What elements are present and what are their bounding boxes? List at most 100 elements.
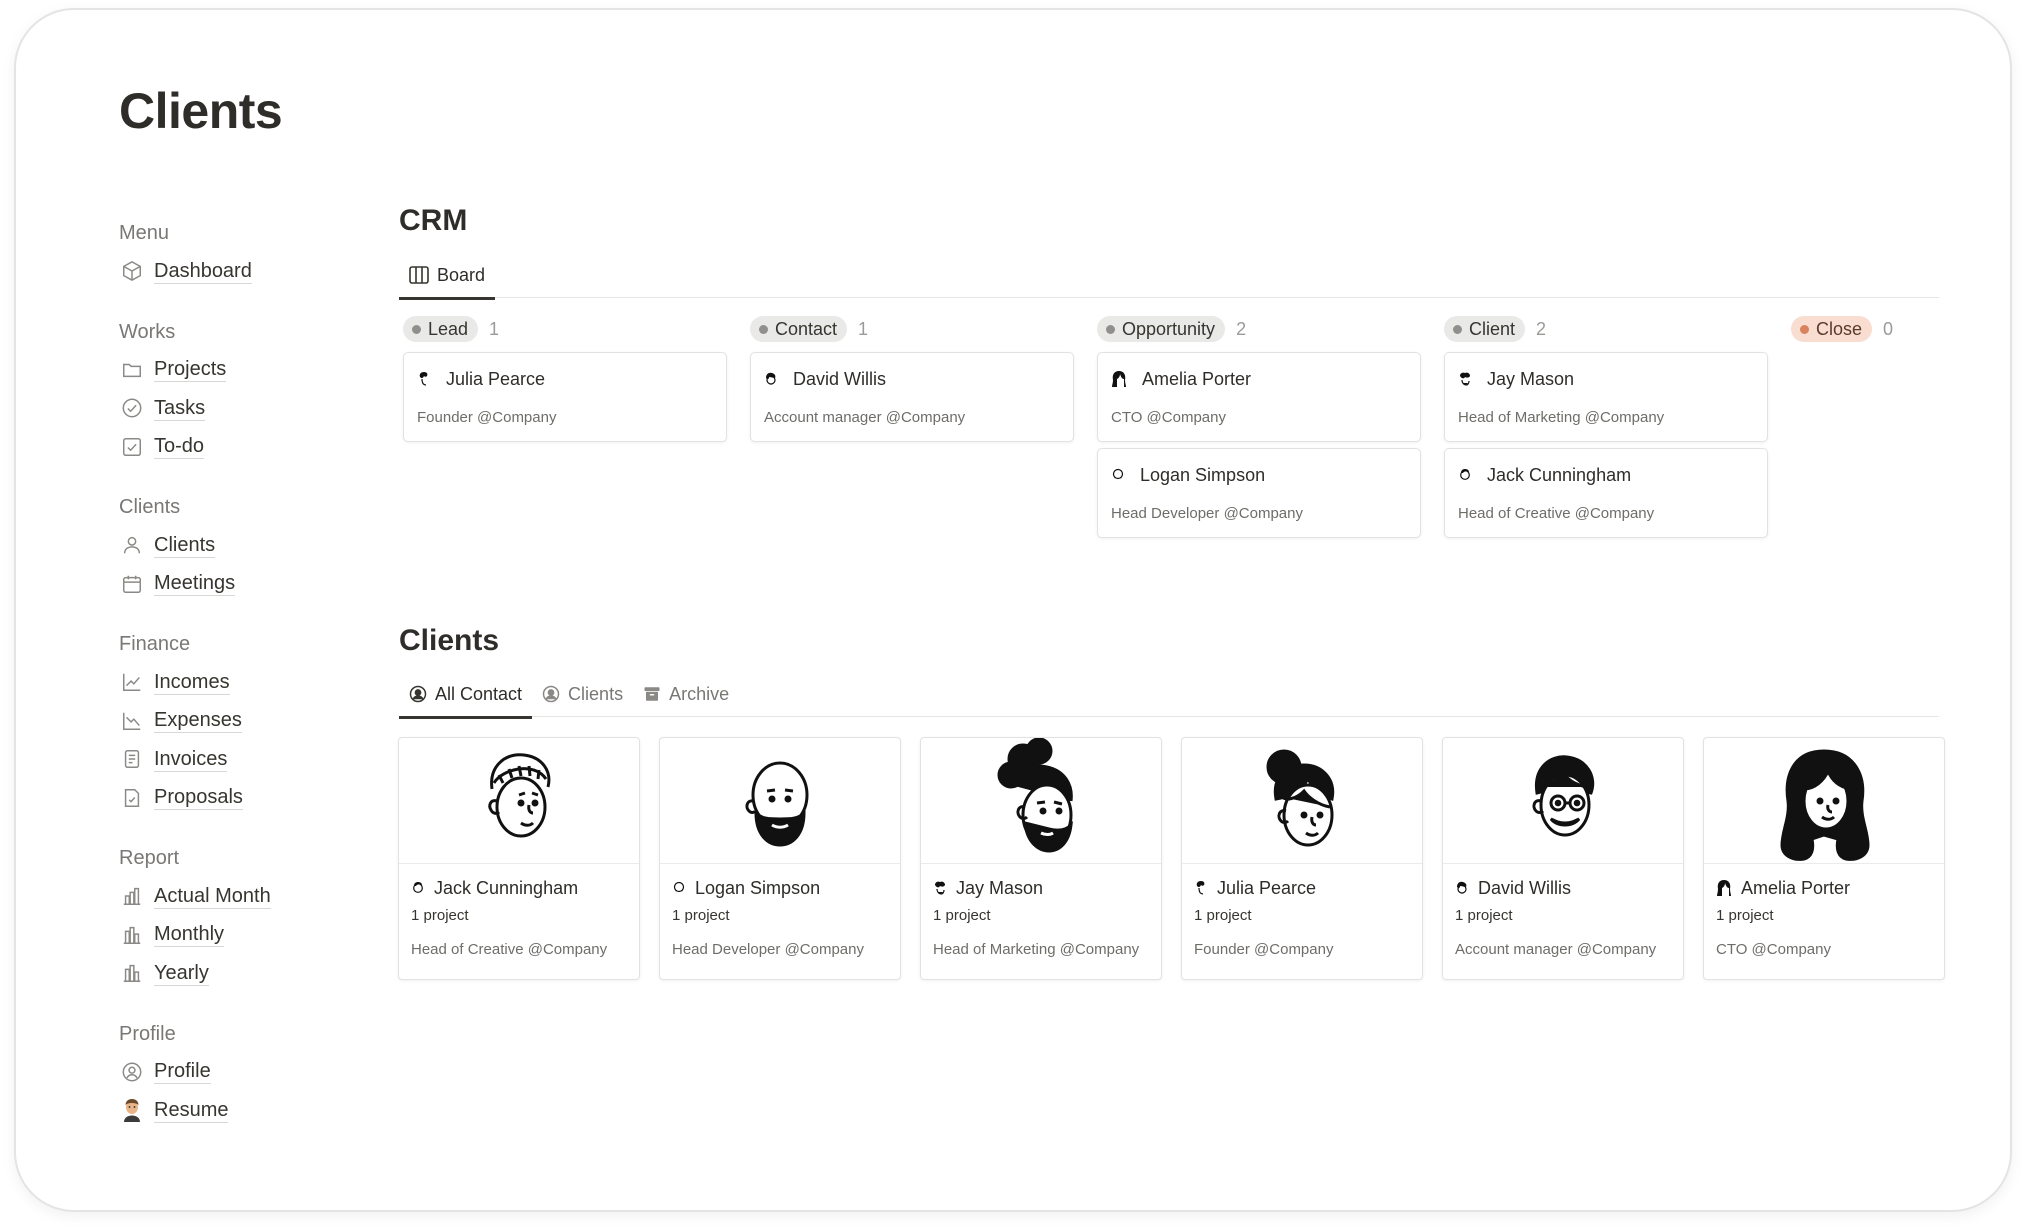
board-card[interactable]: Jack Cunningham Head of Creative @Compan… [1444, 448, 1768, 538]
client-name: Julia Pearce [1217, 877, 1317, 898]
board-column-opportunity: Opportunity 2 Amelia Porter CTO @Company… [1097, 316, 1421, 544]
avatar-icon [411, 880, 425, 896]
column-header: Contact 1 [750, 316, 1074, 342]
status-badge[interactable]: Close [1791, 316, 1873, 342]
sidebar-item-todo[interactable]: To-do [119, 428, 359, 467]
client-projects: 1 project [411, 907, 469, 924]
avatar-icon [1458, 371, 1472, 387]
sidebar-item-meetings[interactable]: Meetings [119, 565, 359, 604]
nav-group-menu: Menu Dashboard [119, 218, 359, 291]
client-name: David Willis [1478, 877, 1572, 898]
card-role: Account manager @Company [764, 409, 966, 426]
avatar-emoji-icon [119, 1097, 145, 1123]
status-badge[interactable]: Lead [403, 316, 479, 342]
clients-tabs: All Contact Clients Archive [399, 671, 1939, 719]
crm-title: CRM [399, 204, 468, 237]
tab-archive[interactable]: Archive [633, 671, 739, 717]
board-card[interactable]: Logan Simpson Head Developer @Company [1097, 448, 1421, 538]
board-column-lead: Lead 1 Julia Pearce Founder @Company [403, 316, 727, 544]
folder-icon [119, 357, 145, 383]
sidebar-item-dashboard[interactable]: Dashboard [119, 252, 359, 291]
board-card[interactable]: Jay Mason Head of Marketing @Company [1444, 352, 1768, 442]
board-card[interactable]: Amelia Porter CTO @Company [1097, 352, 1421, 442]
sidebar-item-proposals[interactable]: Proposals [119, 779, 359, 818]
sidebar-item-expenses[interactable]: Expenses [119, 702, 359, 741]
column-count: 1 [489, 318, 500, 339]
status-badge[interactable]: Client [1444, 316, 1526, 342]
sidebar-item-invoices[interactable]: Invoices [119, 740, 359, 779]
status-badge[interactable]: Opportunity [1097, 316, 1226, 342]
status-dot [1800, 324, 1809, 334]
avatar-icon [1194, 880, 1208, 896]
sidebar-item-label: Proposals [154, 786, 243, 811]
sidebar-item-label: To-do [154, 435, 205, 460]
nav-heading: Menu [119, 222, 170, 244]
board-card[interactable]: David Willis Account manager @Company [750, 352, 1074, 442]
client-name: Jack Cunningham [434, 877, 579, 898]
client-card[interactable]: David Willis 1 project Account manager @… [1442, 737, 1684, 980]
card-name: Amelia Porter [1142, 368, 1252, 389]
sidebar-item-tasks[interactable]: Tasks [119, 389, 359, 428]
client-role: Head of Marketing @Company [933, 941, 1140, 958]
column-count: 2 [1236, 318, 1247, 339]
client-card[interactable]: Logan Simpson 1 project Head Developer @… [659, 737, 901, 980]
nav-group-profile: Profile Profile Resume [119, 1019, 359, 1130]
bar-chart-icon [119, 883, 145, 909]
column-header: Lead 1 [403, 316, 727, 342]
client-projects: 1 project [933, 907, 991, 924]
status-badge[interactable]: Contact [750, 316, 848, 342]
avatar-icon [1111, 370, 1127, 388]
nav-heading: Profile [119, 1022, 176, 1045]
sidebar-item-yearly[interactable]: Yearly [119, 954, 359, 993]
tab-label: Archive [669, 683, 730, 704]
tab-clients[interactable]: Clients [532, 671, 633, 717]
client-projects: 1 project [1716, 907, 1774, 924]
sidebar-item-label: Clients [154, 533, 216, 558]
sidebar-item-resume[interactable]: Resume [119, 1091, 359, 1130]
avatar-icon [1458, 467, 1472, 483]
avatar-icon [764, 371, 778, 387]
clients-gallery: Jack Cunningham 1 project Head of Creati… [398, 737, 1945, 980]
column-count: 2 [1536, 318, 1547, 339]
board-column-contact: Contact 1 David Willis Account manager @… [750, 316, 1074, 544]
sidebar-item-label: Incomes [154, 670, 230, 695]
tab-all-contact[interactable]: All Contact [399, 671, 533, 719]
status-label: Close [1816, 318, 1863, 339]
client-card[interactable]: Jay Mason 1 project Head of Marketing @C… [920, 737, 1162, 980]
page-title: Clients [119, 83, 283, 139]
client-illustration [1704, 738, 1944, 864]
board-column-client: Client 2 Jay Mason Head of Marketing @Co… [1444, 316, 1768, 544]
bar-chart-icon [119, 960, 145, 986]
client-illustration [1182, 738, 1422, 864]
tab-board[interactable]: Board [399, 252, 496, 300]
sidebar-item-incomes[interactable]: Incomes [119, 663, 359, 702]
card-name: Jack Cunningham [1487, 464, 1632, 485]
client-illustration [660, 738, 900, 864]
sidebar-item-actual-month[interactable]: Actual Month [119, 877, 359, 916]
avatar-icon [1716, 879, 1732, 897]
status-label: Contact [775, 318, 838, 339]
client-projects: 1 project [1194, 907, 1252, 924]
card-role: Head of Creative @Company [1458, 505, 1655, 522]
status-dot [1106, 324, 1115, 334]
client-card[interactable]: Julia Pearce 1 project Founder @Company [1181, 737, 1423, 980]
sidebar-item-profile[interactable]: Profile [119, 1053, 359, 1092]
sidebar-item-label: Dashboard [154, 259, 252, 284]
sidebar-item-monthly[interactable]: Monthly [119, 916, 359, 955]
sidebar-item-clients[interactable]: Clients [119, 526, 359, 565]
card-name: David Willis [793, 368, 887, 389]
sidebar-item-label: Tasks [154, 396, 206, 421]
sidebar: Menu Dashboard Works Projects Tasks To-d… [119, 218, 359, 1156]
checkbox-icon [119, 434, 145, 460]
sidebar-item-projects[interactable]: Projects [119, 351, 359, 390]
client-card[interactable]: Jack Cunningham 1 project Head of Creati… [398, 737, 640, 980]
tab-label: Clients [568, 683, 624, 704]
card-role: CTO @Company [1111, 409, 1226, 426]
nav-heading: Clients [119, 496, 181, 518]
user-circle-icon [542, 685, 560, 703]
card-name: Logan Simpson [1140, 464, 1266, 485]
board-card[interactable]: Julia Pearce Founder @Company [403, 352, 727, 442]
card-name: Julia Pearce [446, 368, 546, 389]
column-header: Opportunity 2 [1097, 316, 1421, 342]
client-card[interactable]: Amelia Porter 1 project CTO @Company [1703, 737, 1945, 980]
